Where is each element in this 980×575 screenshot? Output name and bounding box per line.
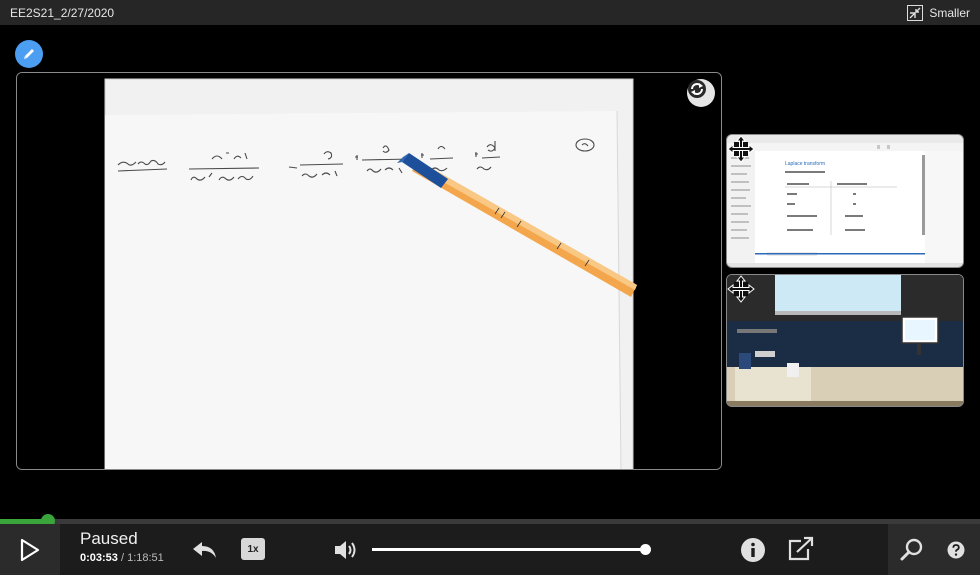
slides-thumbnail-frame: Laplace transform xyxy=(727,135,963,267)
playback-state: Paused xyxy=(80,529,138,548)
volume-fill xyxy=(372,548,646,551)
video-player: EE2S21_2/27/2020 Smaller Laplace transfo… xyxy=(0,0,980,575)
info-button[interactable] xyxy=(738,536,768,564)
volume-button[interactable] xyxy=(330,536,362,564)
secondary-stream-camera[interactable] xyxy=(726,274,964,407)
title-bar: EE2S21_2/27/2020 Smaller xyxy=(0,0,980,25)
rewind-button[interactable] xyxy=(188,536,222,564)
time-display: 0:03:53 / 1:18:51 xyxy=(80,552,164,564)
volume-slider[interactable] xyxy=(372,544,652,555)
recording-title: EE2S21_2/27/2020 xyxy=(10,5,115,20)
move-icon xyxy=(727,275,755,303)
playback-status: Paused 0:03:53 / 1:18:51 xyxy=(80,529,164,564)
secondary-stream-slides[interactable]: Laplace transform xyxy=(726,134,964,268)
move-icon xyxy=(727,135,755,163)
swap-streams-button[interactable] xyxy=(687,79,715,107)
search-button[interactable] xyxy=(898,536,926,564)
pencil-icon xyxy=(24,49,34,59)
help-icon xyxy=(947,541,965,559)
annotate-button[interactable] xyxy=(15,40,43,68)
search-icon xyxy=(900,538,923,561)
play-icon xyxy=(20,538,40,561)
help-button[interactable] xyxy=(942,536,970,564)
smaller-label: Smaller xyxy=(929,5,970,20)
control-bar: Paused 0:03:53 / 1:18:51 1x xyxy=(0,524,980,575)
time-separator: / xyxy=(117,552,128,564)
popout-icon xyxy=(788,536,814,561)
total-duration: 1:18:51 xyxy=(127,552,164,564)
volume-icon xyxy=(335,541,356,559)
rewind-icon xyxy=(193,542,216,558)
main-video-stream[interactable] xyxy=(16,72,722,470)
swap-streams-icon xyxy=(688,80,706,98)
playback-speed-button[interactable]: 1x xyxy=(241,538,265,560)
main-video-frame xyxy=(17,73,721,469)
shrink-icon xyxy=(907,4,924,21)
smaller-button[interactable]: Smaller xyxy=(907,4,970,21)
info-icon xyxy=(741,538,765,562)
slide-heading: Laplace transform xyxy=(785,161,825,167)
play-button[interactable] xyxy=(0,524,60,575)
volume-handle[interactable] xyxy=(640,544,652,555)
camera-thumbnail-frame xyxy=(727,275,963,406)
popout-button[interactable] xyxy=(785,534,817,564)
current-time: 0:03:53 xyxy=(80,552,118,564)
